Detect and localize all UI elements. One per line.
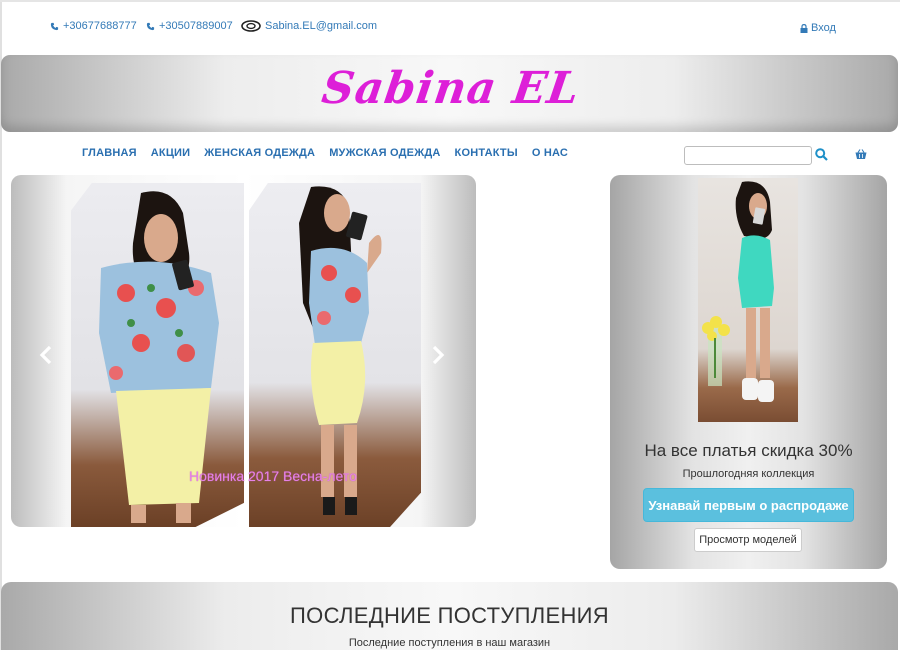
login-link[interactable]: Вход [800, 22, 836, 34]
slider-caption: Новинка 2017 Весна-лето [189, 468, 357, 484]
phone-icon [50, 22, 59, 30]
email-text: Sabina.EL@gmail.com [265, 20, 378, 32]
login-label: Вход [811, 22, 836, 34]
slider-prev-button[interactable] [39, 345, 53, 370]
main-nav: ГЛАВНАЯ АКЦИИ ЖЕНСКАЯ ОДЕЖДА МУЖСКАЯ ОДЕ… [82, 147, 568, 159]
nav-item-sales[interactable]: АКЦИИ [151, 147, 191, 159]
nav-item-womens[interactable]: ЖЕНСКАЯ ОДЕЖДА [204, 147, 315, 159]
image-slider[interactable]: Новинка 2017 Весна-лето [11, 175, 476, 527]
email-contact[interactable]: Sabina.EL@gmail.com [241, 20, 377, 32]
phone-contact-1[interactable]: +30677688777 [50, 20, 137, 32]
phone-contact-2[interactable]: +30507889007 [146, 20, 233, 32]
promo-subtitle: Прошлогодняя коллекция [682, 468, 815, 480]
view-models-button[interactable]: Просмотр моделей [694, 528, 802, 552]
nav-item-home[interactable]: ГЛАВНАЯ [82, 147, 137, 159]
cart-button[interactable] [855, 147, 867, 165]
site-logo[interactable]: Sabina EL [0, 63, 900, 114]
lock-icon [800, 23, 808, 33]
search-button[interactable] [815, 148, 828, 166]
nav-item-contacts[interactable]: КОНТАКТЫ [455, 147, 518, 159]
phone-icon [146, 22, 155, 30]
chevron-right-icon [432, 345, 445, 365]
email-at-icon [241, 20, 261, 32]
header-banner: Sabina EL [1, 55, 898, 132]
phone-1-text: +30677688777 [63, 20, 137, 32]
basket-icon [855, 149, 867, 159]
latest-arrivals-section: ПОСЛЕДНИЕ ПОСТУПЛЕНИЯ Последние поступле… [1, 582, 898, 650]
sale-notify-button[interactable]: Узнавай первым о распродаже [643, 488, 854, 522]
search-icon [815, 148, 828, 161]
latest-arrivals-title: ПОСЛЕДНИЕ ПОСТУПЛЕНИЯ [290, 603, 609, 628]
nav-item-about[interactable]: О НАС [532, 147, 568, 159]
top-contact-bar: +30677688777 +30507889007 Sabina.EL@gmai… [0, 0, 900, 52]
promo-title: На все платья скидка 30% [644, 441, 853, 460]
nav-item-mens[interactable]: МУЖСКАЯ ОДЕЖДА [329, 147, 440, 159]
promo-dress-photo[interactable] [698, 178, 798, 422]
promo-card: На все платья скидка 30% Прошлогодняя ко… [610, 175, 887, 569]
model-in-dress-photo [702, 181, 774, 402]
latest-arrivals-subtitle: Последние поступления в наш магазин [348, 637, 551, 649]
slider-next-button[interactable] [431, 345, 445, 370]
chevron-left-icon [39, 345, 52, 365]
search-input[interactable] [684, 146, 812, 165]
phone-2-text: +30507889007 [159, 20, 233, 32]
